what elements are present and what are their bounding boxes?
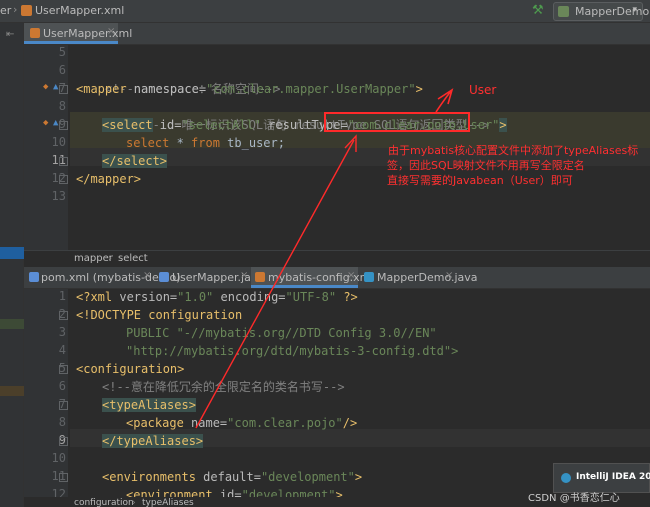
code-line-12: </mapper> xyxy=(76,172,142,186)
top-editor-breadcrumb: mapper › select xyxy=(24,250,650,267)
close-icon[interactable]: × xyxy=(445,270,453,281)
chevron-down-icon: ▾ xyxy=(632,5,637,15)
code-line-8: <package name="com.clear.pojo"/> xyxy=(126,416,358,430)
line-number: 8 xyxy=(58,99,66,113)
xml-file-icon xyxy=(21,5,32,16)
code-line-5: <configuration> xyxy=(76,362,185,376)
tab-label: UserMapper.xml xyxy=(43,27,133,40)
fold-toggle-icon[interactable] xyxy=(59,85,68,94)
code-line-10: select * from tb_user; xyxy=(126,136,285,150)
fold-toggle-icon[interactable] xyxy=(59,473,68,482)
csdn-watermark: CSDN @书香恋仁心 xyxy=(528,493,620,504)
line-number: 1 xyxy=(58,289,66,303)
breadcrumb-item[interactable]: select xyxy=(118,253,148,264)
scope-marker-brown xyxy=(0,386,24,396)
fold-toggle-icon[interactable] xyxy=(59,365,68,374)
breadcrumb-item[interactable]: typeAliases xyxy=(142,498,194,507)
tab-pom-xml[interactable]: pom.xml (mybatis-demo) × xyxy=(24,267,181,288)
code-line-11: <environments default="development"> xyxy=(102,470,363,484)
line-number: 6 xyxy=(58,63,66,77)
intellij-logo-icon xyxy=(561,473,571,483)
close-icon[interactable]: × xyxy=(107,26,115,37)
annotation-explanation: 直接写需要的Javabean（User）即可 xyxy=(387,174,573,187)
mybatis-bird-icon[interactable]: ◆ xyxy=(43,118,48,128)
fold-toggle-icon[interactable] xyxy=(59,121,68,130)
code-line-3: PUBLIC "-//mybatis.org//DTD Config 3.0//… xyxy=(126,326,437,340)
line-number: 4 xyxy=(58,343,66,357)
top-editor-tabbar: UserMapper.xml × xyxy=(24,23,650,45)
tab-usermapper-java[interactable]: UserMapper.java × xyxy=(155,267,264,288)
breadcrumb-file[interactable]: UserMapper.xml xyxy=(35,4,124,17)
run-config-icon xyxy=(558,6,569,17)
code-line-6: <!--意在降低冗余的全限定名的类名书写--> xyxy=(102,380,345,394)
line-number: 5 xyxy=(58,45,66,59)
tab-label: mybatis-config.xml xyxy=(268,271,374,284)
code-line-1: <?xml version="1.0" encoding="UTF-8" ?> xyxy=(76,290,358,304)
scope-marker-blue xyxy=(0,247,24,259)
fold-toggle-icon[interactable] xyxy=(59,311,68,320)
fold-toggle-icon[interactable] xyxy=(59,175,68,184)
notification-text: IntelliJ IDEA 2022.2 xyxy=(576,472,650,482)
navigate-arrow-icon[interactable]: ▲ xyxy=(53,118,58,128)
annotation-user-label: User xyxy=(469,83,497,97)
annotation-explanation: 签，因此SQL映射文件不用再写全限定名 xyxy=(387,159,585,172)
scope-marker-green xyxy=(0,319,24,329)
code-line-2: <!DOCTYPE configuration xyxy=(76,308,243,322)
tab-mybatis-config-xml[interactable]: mybatis-config.xml × xyxy=(251,267,373,288)
line-number: 13 xyxy=(51,189,66,203)
xml-file-icon xyxy=(255,272,265,282)
navigation-bar: er › UserMapper.xml ⚒ MapperDemo ▾ xyxy=(0,0,650,23)
line-number: 6 xyxy=(58,379,66,393)
close-icon[interactable]: × xyxy=(143,270,151,281)
fold-toggle-icon[interactable] xyxy=(59,437,68,446)
run-configuration-select[interactable]: MapperDemo ▾ xyxy=(553,2,649,21)
breadcrumb-item[interactable]: configuration xyxy=(74,498,134,507)
code-line-4: "http://mybatis.org/dtd/mybatis-3-config… xyxy=(126,344,459,358)
java-class-icon xyxy=(364,272,374,282)
close-icon[interactable]: × xyxy=(347,270,355,281)
build-hammer-icon[interactable]: ⚒ xyxy=(532,3,544,18)
line-number: 10 xyxy=(51,451,66,465)
line-number: 3 xyxy=(58,325,66,339)
pin-left-icon[interactable]: ⇤ xyxy=(6,29,14,40)
code-line-7: <typeAliases> xyxy=(102,398,196,412)
close-icon[interactable]: × xyxy=(240,270,248,281)
java-interface-icon xyxy=(159,272,169,282)
line-number: 8 xyxy=(58,415,66,429)
chevron-right-icon: › xyxy=(132,498,136,507)
annotation-explanation: 由于mybatis核心配置文件中添加了typeAliases标 xyxy=(388,144,639,157)
code-line-11: </select> xyxy=(102,154,168,168)
fold-toggle-icon[interactable] xyxy=(59,157,68,166)
xml-file-icon xyxy=(30,28,40,38)
navigate-arrow-icon[interactable]: ▲ xyxy=(53,82,58,92)
breadcrumb-project[interactable]: er xyxy=(0,4,11,17)
code-line-7: <mapper namespace="com.clear.mapper.User… xyxy=(76,82,423,96)
maven-file-icon xyxy=(29,272,39,282)
left-tool-stripe: ⇤ xyxy=(0,23,24,507)
code-line-9: </typeAliases> xyxy=(102,434,204,448)
tab-mapperdemo-java[interactable]: MapperDemo.java × xyxy=(360,267,478,288)
breadcrumb-item[interactable]: mapper xyxy=(74,253,113,264)
chevron-right-icon: › xyxy=(13,3,18,16)
mybatis-bird-icon[interactable]: ◆ xyxy=(43,82,48,92)
bottom-editor-tabbar: pom.xml (mybatis-demo) × UserMapper.java… xyxy=(24,267,650,289)
annotation-highlight-box xyxy=(324,112,470,132)
run-config-label: MapperDemo xyxy=(575,5,650,18)
fold-toggle-icon[interactable] xyxy=(59,401,68,410)
tab-usermapper-xml[interactable]: UserMapper.xml × xyxy=(24,23,132,44)
chevron-right-icon: › xyxy=(108,253,112,264)
tab-label: MapperDemo.java xyxy=(377,271,478,284)
line-number: 10 xyxy=(51,135,66,149)
